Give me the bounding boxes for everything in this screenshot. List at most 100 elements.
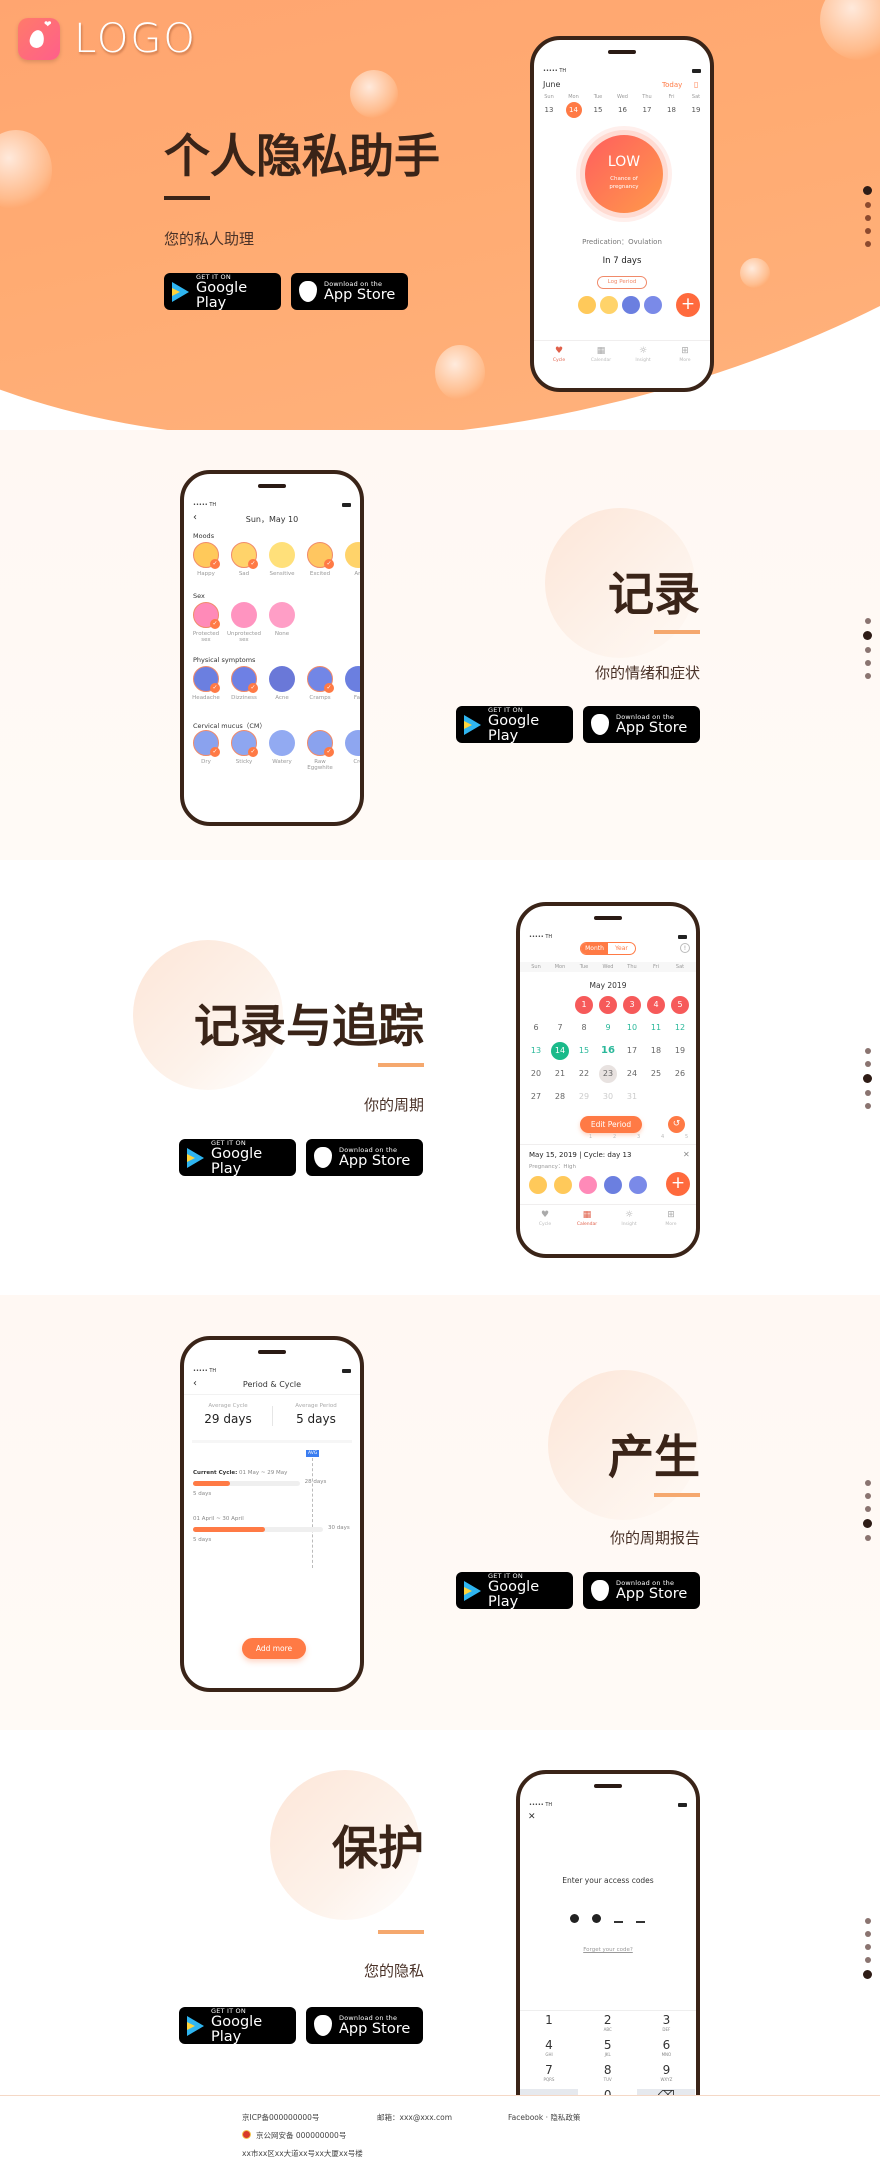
heart-icon[interactable]: ♥ <box>542 346 576 356</box>
mood-emoji-icon[interactable] <box>622 296 640 314</box>
mood-emoji-icon[interactable] <box>604 1176 622 1194</box>
calendar-day[interactable]: 21 <box>551 1065 569 1083</box>
calendar-day[interactable]: 19 <box>671 1042 689 1060</box>
icp-record[interactable]: 京ICP备000000000号 <box>242 2112 319 2123</box>
toggle-year[interactable]: Year <box>608 943 635 954</box>
log-option-sex[interactable] <box>269 602 295 628</box>
log-option-moods[interactable] <box>345 542 360 568</box>
grid-icon[interactable]: ⊞ <box>654 1210 688 1220</box>
today-button[interactable]: Today <box>662 81 682 89</box>
pager-dot-4[interactable] <box>864 1957 871 1963</box>
day-number[interactable]: 19 <box>688 102 704 118</box>
mood-emoji-icon[interactable] <box>600 296 618 314</box>
tab-cycle[interactable]: Cycle <box>542 358 576 363</box>
google-play-button[interactable]: GET IT ON Google Play <box>179 1139 296 1176</box>
info-icon[interactable]: ! <box>680 943 690 953</box>
calendar-day[interactable]: 5 <box>671 996 689 1014</box>
calendar-day[interactable]: 16 <box>599 1042 617 1060</box>
log-option-moods[interactable]: ✓ <box>193 542 220 569</box>
tab-more[interactable]: More <box>654 1222 688 1227</box>
calendar-day[interactable]: 31 <box>623 1088 641 1106</box>
keypad-key[interactable]: 8 TUV <box>579 2064 637 2089</box>
heart-icon[interactable]: ♥ <box>528 1210 562 1220</box>
app-store-button[interactable]: Download on the App Store <box>291 273 408 310</box>
calendar-icon[interactable]: ▦ <box>570 1210 604 1220</box>
reset-button[interactable]: ↺ <box>668 1116 685 1133</box>
pager-dot-5[interactable] <box>864 1535 871 1541</box>
day-number[interactable]: 16 <box>615 102 631 118</box>
log-option-cm[interactable]: ✓ <box>307 730 334 757</box>
bulb-icon[interactable]: ☼ <box>626 346 660 356</box>
tab-insight[interactable]: Insight <box>626 358 660 363</box>
police-record[interactable]: 京公网安备 000000000号 <box>256 2130 346 2141</box>
pager-dot-5[interactable] <box>864 673 871 679</box>
tab-calendar[interactable]: Calendar <box>570 1222 604 1227</box>
log-option-moods[interactable]: ✓ <box>307 542 334 569</box>
pager-dot-5[interactable] <box>864 241 871 247</box>
calendar-day[interactable]: 6 <box>527 1019 545 1037</box>
mood-emoji-icon[interactable] <box>644 296 662 314</box>
calendar-day[interactable]: 10 <box>623 1019 641 1037</box>
calendar-day[interactable]: 23 <box>599 1065 617 1083</box>
grid-icon[interactable]: ⊞ <box>668 346 702 356</box>
mood-emoji-icon[interactable] <box>578 296 596 314</box>
calendar-day[interactable]: 1 <box>575 996 593 1014</box>
pager-dot-2[interactable] <box>863 631 872 640</box>
day-number[interactable]: 14 <box>565 102 582 118</box>
calendar-day[interactable]: 8 <box>575 1019 593 1037</box>
mood-emoji-icon[interactable] <box>554 1176 572 1194</box>
keypad-key[interactable]: 5 JKL <box>579 2039 637 2064</box>
calendar-day[interactable]: 20 <box>527 1065 545 1083</box>
pager-dot-5[interactable] <box>863 1970 872 1979</box>
close-icon[interactable]: ✕ <box>528 1812 536 1822</box>
pager-dot-2[interactable] <box>864 1061 871 1067</box>
add-log-button[interactable]: + <box>676 293 700 317</box>
keypad-key[interactable]: 9 WXYZ <box>637 2064 695 2089</box>
calendar-day[interactable]: 9 <box>599 1019 617 1037</box>
pager-dot-1[interactable] <box>863 186 872 195</box>
keypad-key[interactable]: 3 DEF <box>637 2014 695 2039</box>
pager-dot-1[interactable] <box>864 618 871 624</box>
contact-email[interactable]: 邮箱：xxx@xxx.com <box>377 2112 452 2123</box>
pager-dot-3[interactable] <box>864 1506 871 1512</box>
log-option-moods[interactable] <box>269 542 295 568</box>
keypad-key[interactable]: 4 GHI <box>520 2039 578 2064</box>
log-option-symptoms[interactable] <box>269 666 295 692</box>
close-icon[interactable]: ✕ <box>683 1150 690 1159</box>
mood-emoji-icon[interactable] <box>529 1176 547 1194</box>
log-option-sex[interactable]: ✓ <box>193 602 220 629</box>
log-option-moods[interactable]: ✓ <box>231 542 258 569</box>
google-play-button[interactable]: GET IT ON Google Play <box>164 273 281 310</box>
footer-links[interactable]: Facebook · 隐私政策 <box>508 2112 580 2123</box>
pager-dot-2[interactable] <box>864 1931 871 1937</box>
keypad-key[interactable]: 2 ABC <box>579 2014 637 2039</box>
calendar-day[interactable]: 28 <box>551 1088 569 1106</box>
calendar-day[interactable]: 12 <box>671 1019 689 1037</box>
toggle-month[interactable]: Month <box>581 943 608 954</box>
app-store-button[interactable]: Download on the App Store <box>306 2007 423 2044</box>
google-play-button[interactable]: GET IT ON Google Play <box>456 706 573 743</box>
calendar-day[interactable]: 24 <box>623 1065 641 1083</box>
app-store-button[interactable]: Download on the App Store <box>583 1572 700 1609</box>
keypad-key[interactable]: 7 PQRS <box>520 2064 578 2089</box>
pager-dot-5[interactable] <box>864 1103 871 1109</box>
pager-dot-1[interactable] <box>864 1918 871 1924</box>
pager-dot-4[interactable] <box>863 1519 872 1528</box>
day-number[interactable]: 15 <box>590 102 606 118</box>
tab-insight[interactable]: Insight <box>612 1222 646 1227</box>
calendar-day[interactable]: 2 <box>599 996 617 1014</box>
calendar-day[interactable]: 7 <box>551 1019 569 1037</box>
log-option-symptoms[interactable]: ✓ <box>307 666 334 693</box>
mood-emoji-icon[interactable] <box>629 1176 647 1194</box>
pager-dot-3[interactable] <box>863 1074 872 1083</box>
forgot-code-link[interactable]: Forget your code? <box>520 1947 696 1953</box>
pager-dot-3[interactable] <box>864 215 871 221</box>
pager-dot-4[interactable] <box>864 1090 871 1096</box>
app-store-button[interactable]: Download on the App Store <box>306 1139 423 1176</box>
log-option-cm[interactable]: ✓ <box>231 730 258 757</box>
day-number[interactable]: 18 <box>664 102 680 118</box>
pager-dot-2[interactable] <box>864 1493 871 1499</box>
keypad-key[interactable]: 6 MNO <box>637 2039 695 2064</box>
log-option-cm[interactable] <box>269 730 295 756</box>
calendar-day[interactable]: 4 <box>647 996 665 1014</box>
